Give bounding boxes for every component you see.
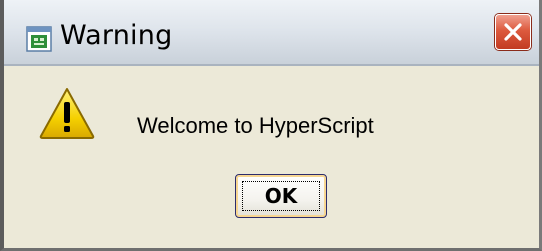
title-bar[interactable]: Warning [4,0,539,66]
dialog-message: Welcome to HyperScript [137,113,374,138]
warning-dialog: Warning Welcome to HyperScript OK [0,0,542,251]
close-button[interactable] [495,14,531,50]
ok-button-label: OK [264,184,298,208]
ok-button[interactable]: OK [235,174,327,218]
warning-icon [39,88,95,139]
app-icon [26,26,52,52]
dialog-content: Welcome to HyperScript OK [4,66,539,248]
close-icon [504,23,522,41]
window-title: Warning [60,20,173,51]
